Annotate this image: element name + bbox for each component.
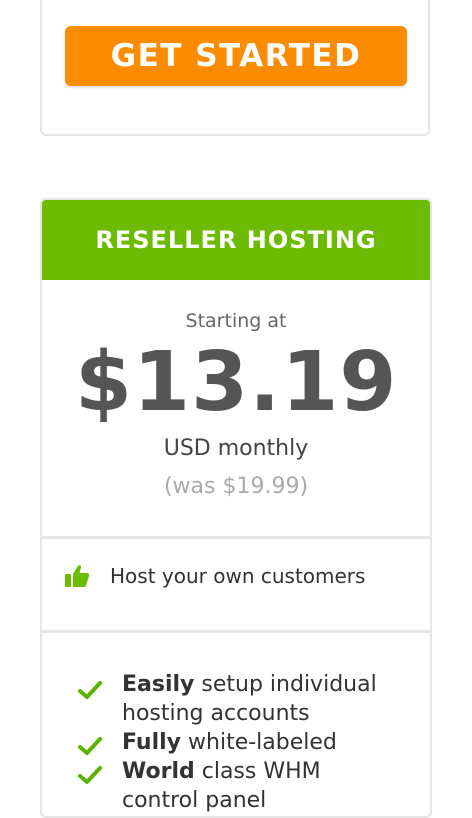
check-icon	[78, 737, 102, 755]
check-icon	[78, 681, 102, 699]
divider	[42, 630, 430, 633]
billing-period: USD monthly	[163, 436, 309, 461]
reseller-hosting-card: RESELLER HOSTING Starting at $13.19 USD …	[40, 198, 432, 818]
divider	[42, 536, 430, 539]
get-started-button[interactable]: GET STARTED	[65, 26, 407, 86]
plan-title: RESELLER HOSTING	[42, 200, 430, 280]
feature-list: Easily setup individual hosting accounts…	[78, 670, 398, 815]
plan-price: $13.19	[75, 335, 398, 430]
feature-bold: World	[122, 759, 195, 784]
highlight-text: Host your own customers	[110, 564, 366, 588]
feature-item: Fully white-labeled	[78, 728, 398, 757]
feature-text: white-labeled	[181, 730, 337, 755]
feature-item: Easily setup individual hosting accounts	[78, 670, 398, 728]
thumbs-up-icon	[65, 565, 90, 587]
original-price: (was $19.99)	[163, 474, 309, 499]
feature-item: World class WHM control panel	[78, 757, 398, 815]
feature-bold: Fully	[122, 730, 182, 755]
starting-at-label: Starting at	[185, 310, 287, 332]
highlight-row: Host your own customers	[64, 564, 365, 588]
check-icon	[78, 766, 102, 784]
feature-bold: Easily	[122, 672, 195, 697]
